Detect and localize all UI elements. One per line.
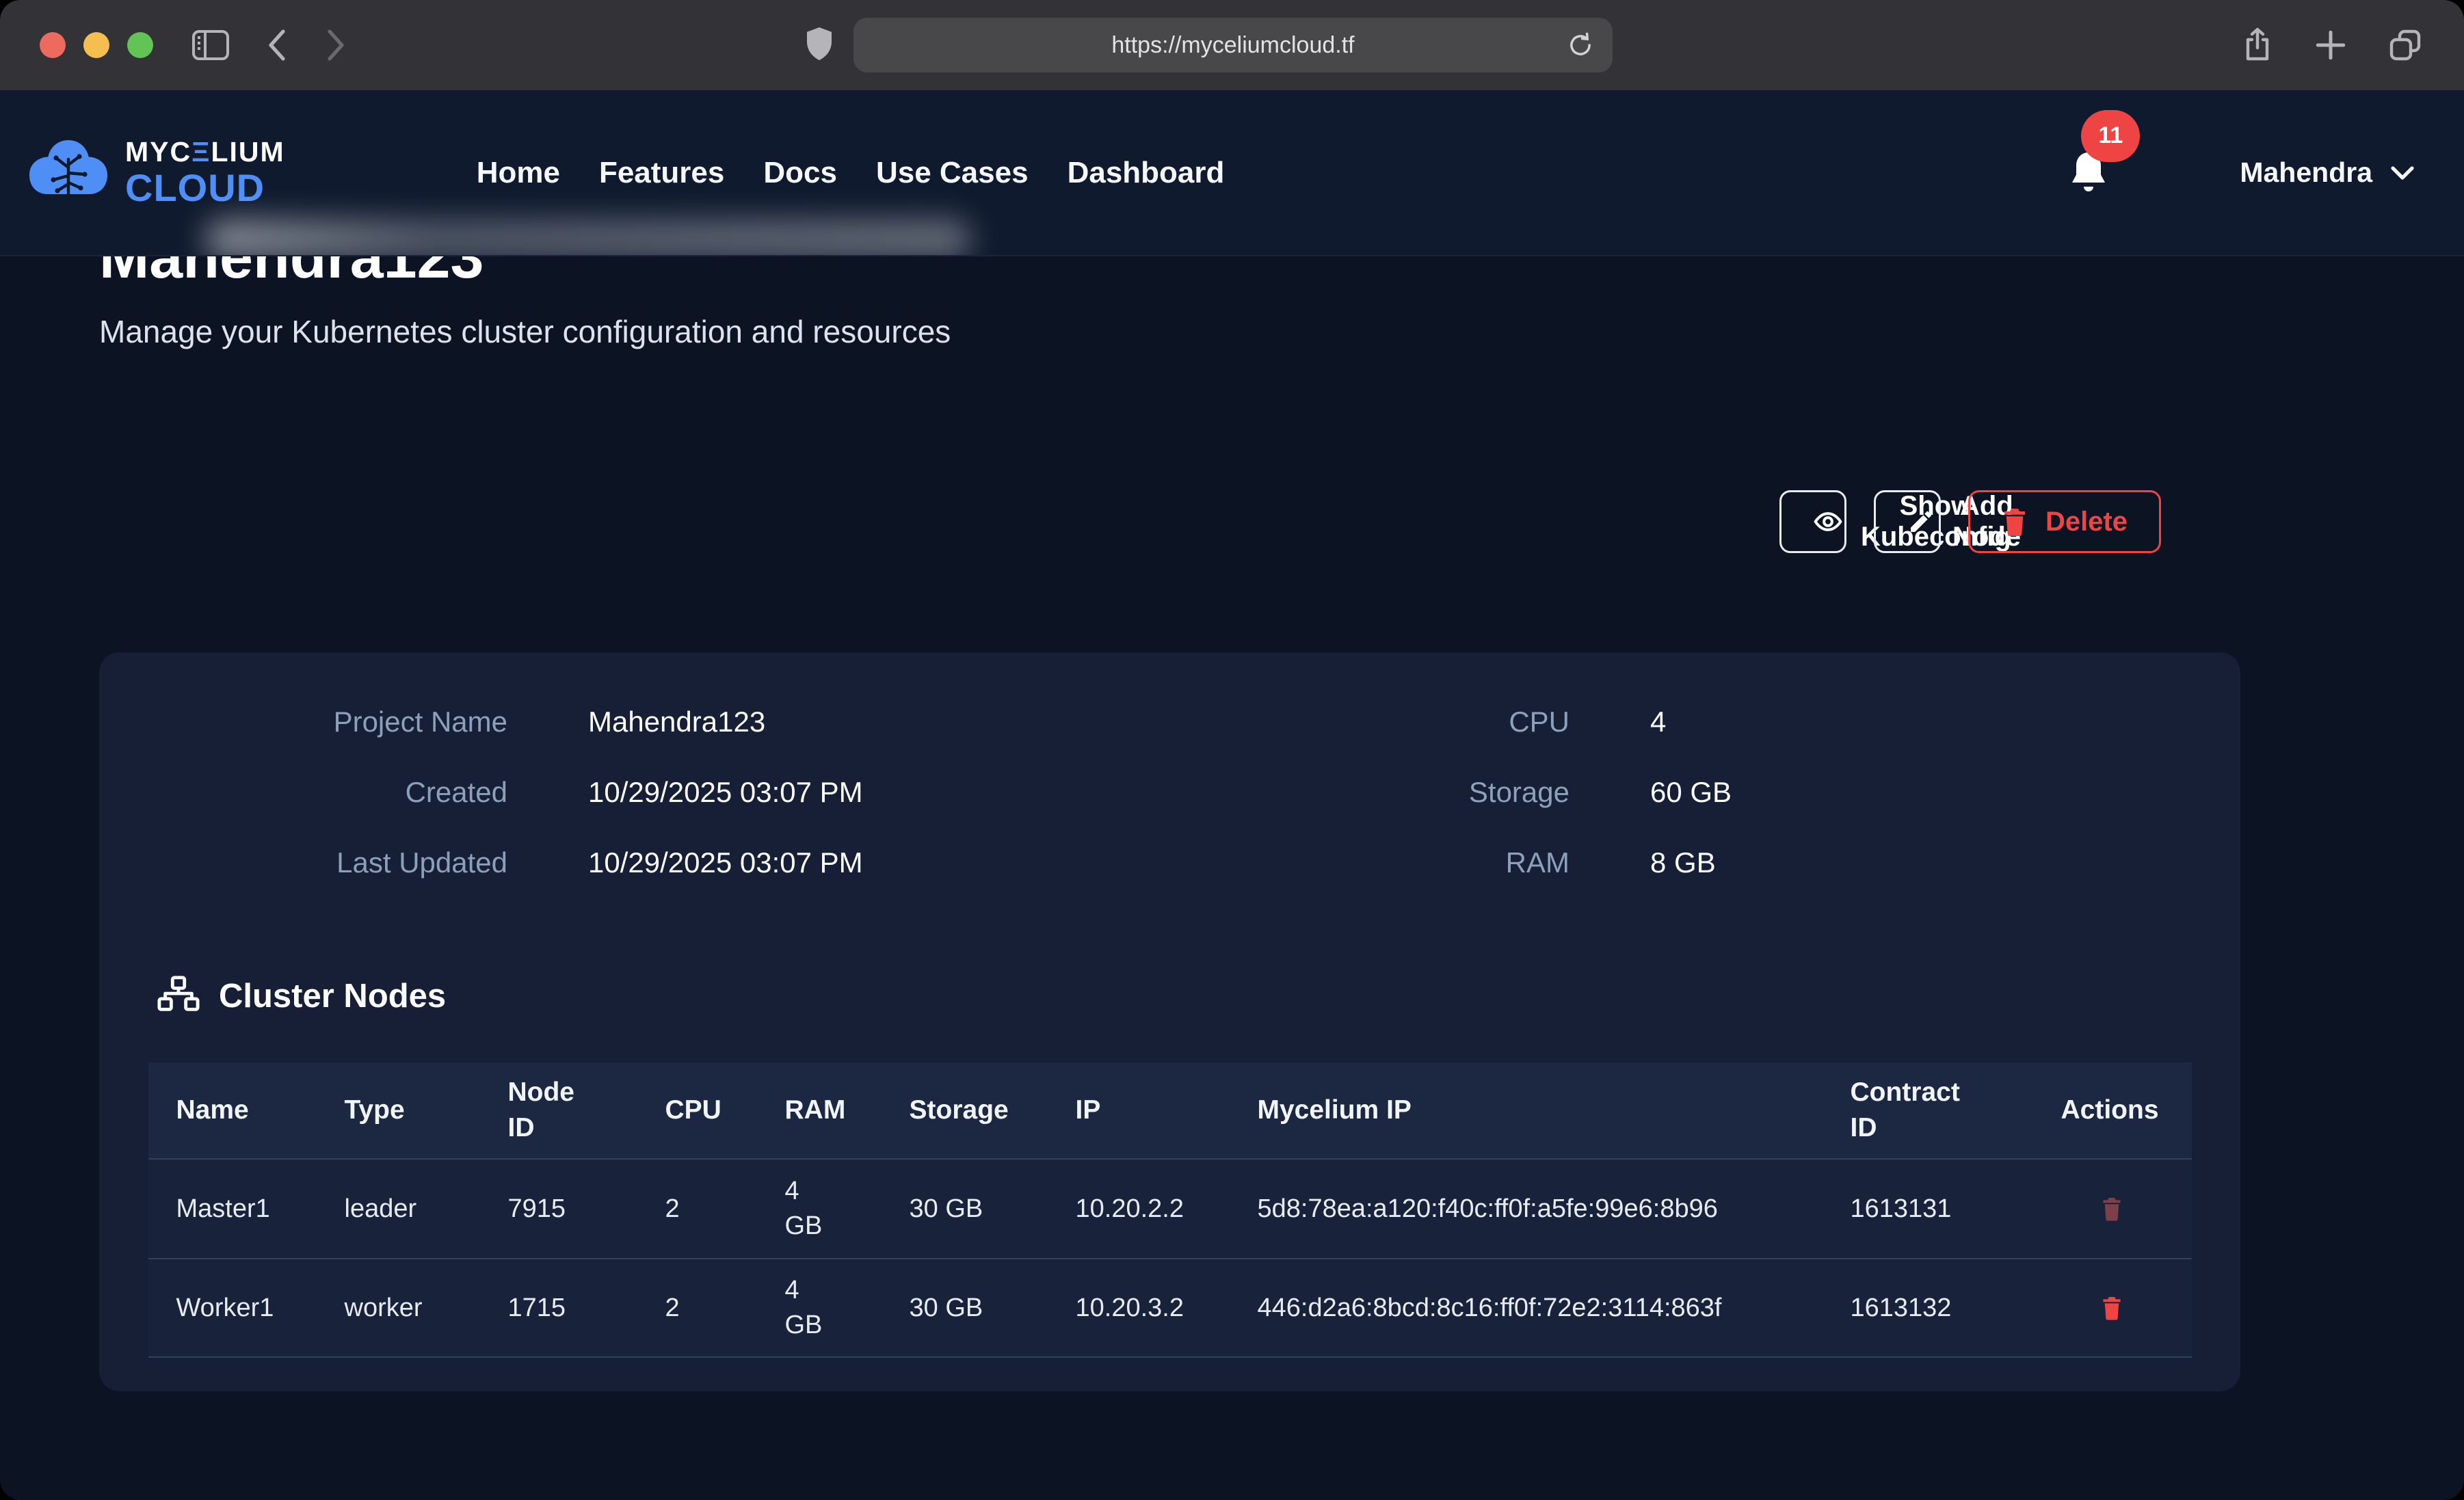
col-name: Name (176, 1095, 345, 1125)
last-updated-value: 10/29/2025 03:07 PM (588, 844, 1194, 882)
cluster-actions: Show Kubeconfig Add Node Delete (99, 490, 2161, 553)
col-mycelium-ip: Mycelium IP (1258, 1095, 1851, 1125)
col-node-id: Node ID (508, 1075, 665, 1147)
nav-link-use-cases[interactable]: Use Cases (876, 156, 1029, 190)
chevron-down-icon (2389, 164, 2416, 182)
ram-value: 8 GB (1650, 844, 1732, 882)
node-name: Worker1 (176, 1294, 345, 1323)
window-controls (40, 32, 153, 58)
blurred-overlay (205, 219, 971, 256)
cluster-nodes-heading: Cluster Nodes (219, 977, 446, 1015)
nav-link-home[interactable]: Home (477, 156, 560, 190)
notification-count-badge: 11 (2081, 110, 2140, 162)
trash-icon (2002, 507, 2028, 536)
page-subtitle: Manage your Kubernetes cluster configura… (99, 313, 2240, 350)
node-id: 7915 (508, 1194, 665, 1224)
node-name: Master1 (176, 1194, 345, 1224)
delete-node-icon[interactable] (2061, 1196, 2123, 1221)
node-contract-id: 1613131 (1851, 1194, 2061, 1224)
close-window-button[interactable] (40, 32, 66, 58)
share-icon[interactable] (2241, 26, 2274, 64)
user-menu[interactable]: Mahendra (2240, 157, 2416, 189)
cpu-value: 4 (1650, 703, 1732, 741)
table-row: Worker1 worker 1715 2 4 GB 30 GB 10.20.3… (148, 1258, 2192, 1358)
col-type: Type (345, 1095, 508, 1125)
delete-cluster-button[interactable]: Delete (1968, 490, 2161, 553)
project-name-value: Mahendra123 (588, 703, 1194, 741)
browser-toolbar: https://myceliumcloud.tf (0, 0, 2464, 90)
pencil-icon (1907, 508, 1935, 535)
cluster-page: Mahendra123 Manage your Kubernetes clust… (0, 226, 2464, 1391)
nav-link-dashboard[interactable]: Dashboard (1068, 156, 1225, 190)
col-contract-id: Contract ID (1851, 1075, 2061, 1147)
node-ip: 10.20.2.2 (1076, 1194, 1258, 1224)
created-label: Created (123, 773, 507, 812)
table-row: Master1 leader 7915 2 4 GB 30 GB 10.20.2… (148, 1158, 2192, 1258)
cluster-info-right: CPU 4 Storage 60 GB RAM 8 GB (1194, 703, 1732, 882)
browser-window: https://myceliumcloud.tf (0, 0, 2464, 1500)
eye-icon (1813, 507, 1843, 537)
back-icon[interactable] (264, 26, 291, 64)
col-cpu: CPU (665, 1095, 785, 1125)
privacy-shield-icon[interactable] (804, 26, 835, 64)
show-kubeconfig-button[interactable]: Show Kubeconfig (1779, 490, 1846, 553)
mycelium-cloud-logo[interactable]: MYCΞLIUM CLOUD (24, 137, 285, 209)
new-tab-plus-icon[interactable] (2314, 28, 2348, 62)
last-updated-label: Last Updated (123, 844, 507, 882)
user-name: Mahendra (2240, 157, 2372, 189)
cluster-nodes-table: Name Type Node ID CPU RAM Storage IP Myc… (148, 1062, 2192, 1358)
ram-label: RAM (1194, 844, 1569, 882)
minimize-window-button[interactable] (83, 32, 109, 58)
url-text: https://myceliumcloud.tf (1111, 32, 1354, 59)
site-navbar: MYCΞLIUM CLOUD Home Features Docs Use Ca… (0, 90, 2464, 256)
nav-link-features[interactable]: Features (599, 156, 724, 190)
col-actions: Actions (2061, 1095, 2164, 1125)
nav-link-docs[interactable]: Docs (763, 156, 837, 190)
storage-label: Storage (1194, 773, 1569, 812)
logo-wordmark: MYCΞLIUM CLOUD (125, 138, 285, 207)
node-ip: 10.20.3.2 (1076, 1294, 1258, 1323)
node-cpu: 2 (665, 1294, 785, 1323)
col-ip: IP (1076, 1095, 1258, 1125)
node-contract-id: 1613132 (1851, 1294, 2061, 1323)
node-ram: 4 GB (785, 1273, 910, 1343)
col-ram: RAM (785, 1095, 910, 1125)
nav-links: Home Features Docs Use Cases Dashboard (477, 156, 1225, 190)
node-type: leader (345, 1194, 508, 1224)
node-mycelium-ip: 5d8:78ea:a120:f40c:ff0f:a5fe:99e6:8b96 (1258, 1192, 1851, 1227)
reload-icon[interactable] (1566, 31, 1595, 59)
cloud-tree-logo-icon (24, 137, 113, 209)
node-storage: 30 GB (910, 1194, 1076, 1224)
node-storage: 30 GB (910, 1294, 1076, 1323)
address-bar[interactable]: https://myceliumcloud.tf (853, 18, 1613, 72)
zoom-window-button[interactable] (127, 32, 153, 58)
table-header-row: Name Type Node ID CPU RAM Storage IP Myc… (148, 1062, 2192, 1158)
storage-value: 60 GB (1650, 773, 1732, 812)
node-ram: 4 GB (785, 1174, 910, 1244)
cpu-label: CPU (1194, 703, 1569, 741)
project-name-label: Project Name (123, 703, 507, 741)
notifications-button[interactable]: 11 (2067, 150, 2110, 196)
cluster-info-left: Project Name Mahendra123 Created 10/29/2… (123, 703, 1194, 882)
forward-icon[interactable] (321, 26, 349, 64)
delete-node-icon[interactable] (2061, 1296, 2123, 1320)
sidebar-toggle-icon[interactable] (191, 29, 230, 61)
node-type: worker (345, 1294, 508, 1323)
network-nodes-icon (157, 975, 200, 1017)
col-storage: Storage (910, 1095, 1076, 1125)
add-node-button[interactable]: Add Node (1874, 490, 1941, 553)
node-id: 1715 (508, 1294, 665, 1323)
tab-overview-icon[interactable] (2387, 27, 2423, 63)
node-cpu: 2 (665, 1194, 785, 1224)
cluster-details-panel: Project Name Mahendra123 Created 10/29/2… (99, 652, 2240, 1391)
node-mycelium-ip: 446:d2a6:8bcd:8c16:ff0f:72e2:3114:863f (1258, 1291, 1851, 1326)
created-value: 10/29/2025 03:07 PM (588, 773, 1194, 812)
